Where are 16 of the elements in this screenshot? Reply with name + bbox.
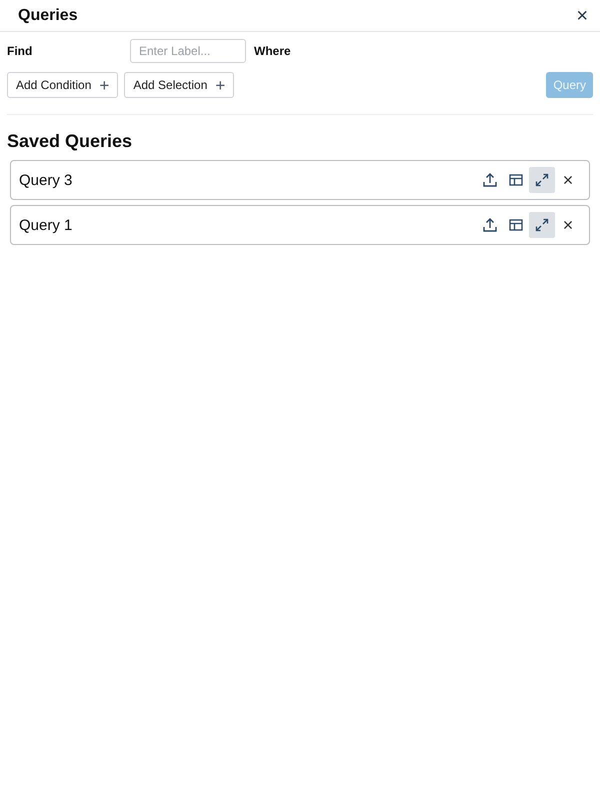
expand-icon[interactable] bbox=[529, 167, 555, 193]
section-heading: Saved Queries bbox=[7, 131, 134, 152]
query-name: Query 1 bbox=[19, 216, 74, 234]
saved-query-card[interactable]: Query 3 × bbox=[10, 160, 590, 200]
expand-icon[interactable] bbox=[529, 212, 555, 238]
label-input-field[interactable]: Enter Label... bbox=[130, 39, 246, 63]
panel-title: Queries bbox=[18, 6, 78, 24]
remove-button[interactable]: × bbox=[555, 212, 581, 238]
remove-button[interactable]: × bbox=[555, 167, 581, 193]
where-label: Where bbox=[254, 44, 291, 58]
saved-query-card[interactable]: Query 1 × bbox=[10, 205, 590, 245]
find-label: Find bbox=[7, 44, 34, 58]
close-button[interactable]: × bbox=[576, 6, 588, 26]
add-button[interactable]: Add Condition + bbox=[7, 72, 118, 98]
add-button[interactable]: Add Selection + bbox=[124, 72, 234, 98]
query-name: Query 3 bbox=[19, 172, 74, 188]
